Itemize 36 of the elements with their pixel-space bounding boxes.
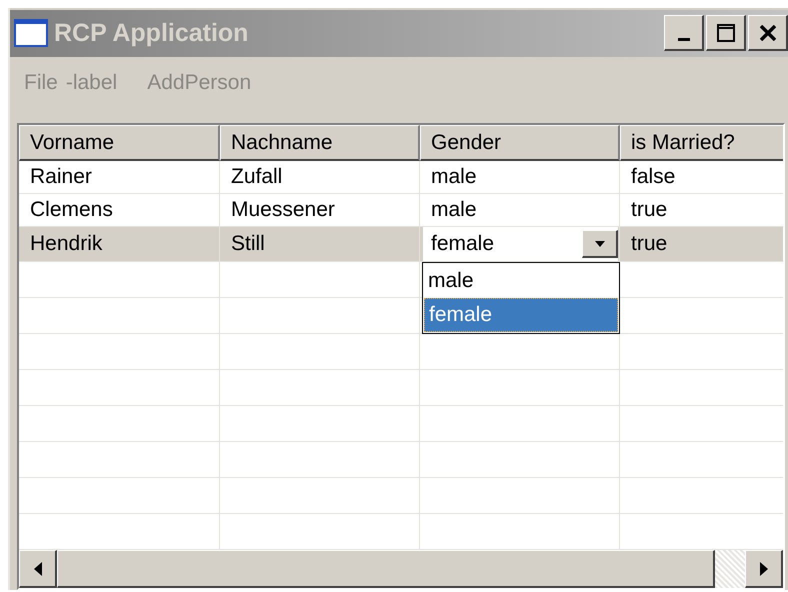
scroll-left-button[interactable]: [19, 550, 57, 588]
table-cell-text: Muessener: [231, 197, 335, 224]
table-cell-text: Zufall: [231, 164, 282, 190]
table-row[interactable]: Rainer Zufall male false: [19, 161, 783, 194]
scroll-track[interactable]: [715, 550, 745, 588]
close-button[interactable]: [748, 15, 788, 52]
minimize-button[interactable]: [664, 15, 704, 52]
dropdown-option[interactable]: male: [424, 264, 618, 298]
table-cell-text: male: [431, 197, 477, 224]
table-cell-text: Hendrik: [30, 231, 102, 258]
window-icon: [14, 19, 48, 48]
table-cell-text: Rainer: [30, 164, 92, 190]
table-cell-text: false: [631, 164, 676, 190]
right-arrow-icon: [760, 562, 768, 576]
column-header[interactable]: is Married?: [620, 124, 783, 162]
column-header[interactable]: Gender: [420, 124, 620, 162]
table-cell-text: Still: [231, 231, 265, 258]
dropdown-value: female: [430, 231, 494, 258]
left-arrow-icon: [34, 562, 42, 576]
maximize-button[interactable]: [706, 15, 746, 52]
dropdown-button[interactable]: [582, 230, 618, 258]
table-cell-text: Clemens: [30, 197, 113, 224]
caret-icon: [594, 240, 604, 246]
maximize-icon: [716, 24, 734, 42]
table-row[interactable]: Clemens Muessener male true: [19, 194, 783, 227]
column-header[interactable]: Nachname: [220, 124, 420, 162]
table-cell-text: true: [631, 197, 668, 224]
gender-dropdown[interactable]: female: [423, 227, 618, 261]
table-cell-text: male: [431, 164, 477, 190]
dropdown-option[interactable]: female: [424, 298, 618, 332]
minimize-icon: [678, 38, 690, 42]
window-title: RCP Application: [54, 18, 248, 49]
scroll-right-button[interactable]: [745, 550, 783, 588]
close-icon: [760, 24, 776, 41]
column-header[interactable]: Vorname: [19, 124, 220, 162]
table-cell-text: true: [631, 231, 668, 258]
